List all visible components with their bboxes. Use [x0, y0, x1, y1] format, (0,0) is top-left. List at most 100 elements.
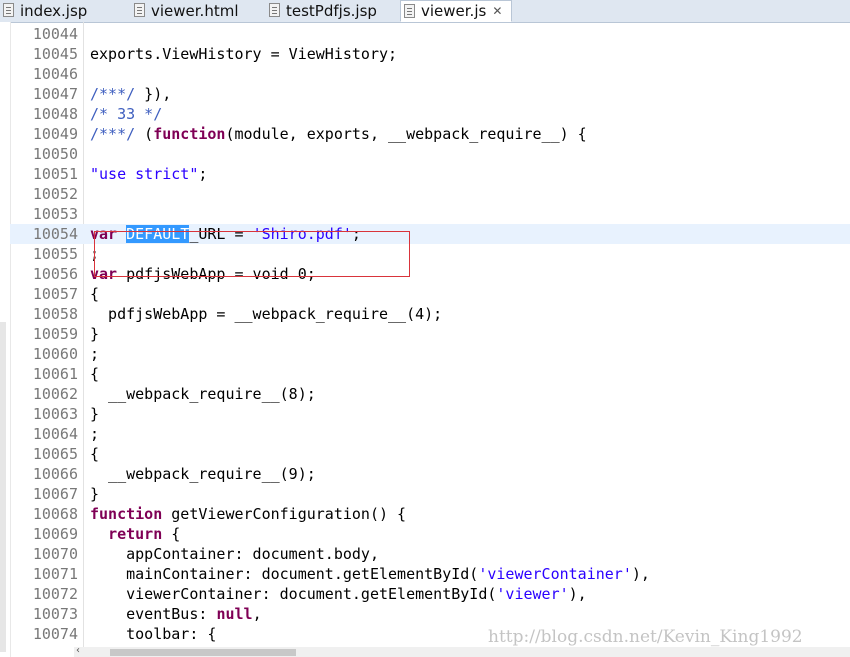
code-line[interactable]: 10053 — [10, 204, 850, 224]
tab-label: viewer.js — [421, 2, 487, 20]
code-line[interactable]: 10048 /* 33 */ — [10, 104, 850, 124]
code-line[interactable]: 10046 — [10, 64, 850, 84]
code-line[interactable]: 10047 /***/ }), — [10, 84, 850, 104]
highlight-box — [94, 231, 410, 277]
code-text: /* 33 */ — [90, 104, 162, 124]
code-token: toolbar: { — [90, 625, 217, 643]
line-number: 10062 — [32, 385, 78, 403]
code-text: return { — [90, 524, 180, 544]
code-token: , — [252, 605, 262, 623]
line-number: 10048 — [32, 105, 78, 123]
code-token: { — [90, 445, 100, 463]
code-line[interactable]: 10059} — [10, 324, 850, 344]
code-line[interactable]: 10052 — [10, 184, 850, 204]
code-token: ), — [631, 565, 650, 583]
code-line[interactable]: 10065 { — [10, 444, 850, 464]
editor-tab-bar: index.jsp viewer.html testPdfjs.jsp view… — [0, 0, 850, 23]
code-text: } — [90, 404, 99, 424]
overview-marker — [0, 322, 6, 652]
code-line[interactable]: 10068 function getViewerConfiguration() { — [10, 504, 850, 524]
line-number: 10060 — [32, 345, 78, 363]
line-number: 10064 — [32, 425, 78, 443]
code-token: { — [162, 525, 181, 543]
code-token: "use strict" — [90, 165, 199, 183]
code-line[interactable]: 10062 __webpack_require__(8); — [10, 384, 850, 404]
line-number: 10073 — [32, 605, 78, 623]
code-line[interactable]: 10058 pdfjsWebApp = __webpack_require__(… — [10, 304, 850, 324]
code-text: } — [90, 484, 99, 504]
code-token: return — [108, 525, 163, 543]
code-token: function — [153, 125, 226, 143]
code-token: /* 33 */ — [90, 105, 163, 123]
code-token: }), — [135, 85, 172, 103]
code-text: exports.ViewHistory = ViewHistory; — [90, 44, 397, 64]
code-token: ( — [135, 125, 154, 143]
code-line[interactable]: 10050 — [10, 144, 850, 164]
code-token: __webpack_require__(9); — [90, 465, 316, 483]
watermark: http://blog.csdn.net/Kevin_King1992 — [488, 627, 803, 647]
code-text: __webpack_require__(8); — [90, 384, 316, 404]
code-text: } — [90, 324, 99, 344]
code-token: } — [90, 325, 100, 343]
chevron-left-icon[interactable]: ‹ — [76, 645, 80, 656]
code-token: __webpack_require__(8); — [90, 385, 316, 403]
line-number: 10053 — [32, 205, 78, 223]
code-text: mainContainer: document.getElementById('… — [90, 564, 650, 584]
code-line[interactable]: 10070 appContainer: document.body, — [10, 544, 850, 564]
line-number: 10051 — [32, 165, 78, 183]
code-line[interactable]: 10045 exports.ViewHistory = ViewHistory; — [10, 44, 850, 64]
code-token: viewerContainer: document.getElementById… — [90, 585, 497, 603]
line-number: 10071 — [32, 565, 78, 583]
code-line[interactable]: 10069 return { — [10, 524, 850, 544]
line-number: 10052 — [32, 185, 78, 203]
line-number: 10061 — [32, 365, 78, 383]
code-line[interactable]: 10072 viewerContainer: document.getEleme… — [10, 584, 850, 604]
code-line[interactable]: 10067} — [10, 484, 850, 504]
code-line[interactable]: 10051 "use strict"; — [10, 164, 850, 184]
code-token: eventBus: — [90, 605, 217, 623]
code-line[interactable]: 10044 — [10, 24, 850, 44]
code-line[interactable]: 10073 eventBus: null, — [10, 604, 850, 624]
line-number: 10070 — [32, 545, 78, 563]
code-text: { — [90, 364, 99, 384]
line-number: 10044 — [32, 25, 78, 43]
code-text: pdfjsWebApp = __webpack_require__(4); — [90, 304, 442, 324]
code-line[interactable]: 10049 /***/ (function(module, exports, __… — [10, 124, 850, 144]
tab-testpdfjs-jsp[interactable]: testPdfjs.jsp — [266, 0, 398, 21]
code-text: { — [90, 444, 99, 464]
tab-viewer-html[interactable]: viewer.html — [131, 0, 251, 21]
line-number: 10047 — [32, 85, 78, 103]
horizontal-scrollbar[interactable]: ‹ — [74, 645, 850, 657]
close-icon[interactable]: ✕ — [492, 4, 502, 18]
tab-viewer-js[interactable]: viewer.js ✕ — [400, 0, 512, 22]
line-number: 10059 — [32, 325, 78, 343]
code-token: null — [216, 605, 253, 623]
code-line[interactable]: 10066 __webpack_require__(9); — [10, 464, 850, 484]
code-editor[interactable]: 10044 10045 exports.ViewHistory = ViewHist… — [10, 22, 850, 647]
code-token: 'viewer' — [496, 585, 569, 603]
code-line[interactable]: 10063} — [10, 404, 850, 424]
code-text: "use strict"; — [90, 164, 207, 184]
code-line[interactable]: 10060; — [10, 344, 850, 364]
code-text: appContainer: document.body, — [90, 544, 379, 564]
code-token: /***/ — [90, 85, 136, 103]
code-text: viewerContainer: document.getElementById… — [90, 584, 587, 604]
code-token: } — [90, 485, 100, 503]
code-text: ; — [90, 344, 99, 364]
line-number: 10066 — [32, 465, 78, 483]
line-number: 10068 — [32, 505, 78, 523]
tab-label: index.jsp — [20, 1, 88, 20]
line-number: 10049 — [32, 125, 78, 143]
code-line[interactable]: 10061 { — [10, 364, 850, 384]
code-line[interactable]: 10057 { — [10, 284, 850, 304]
code-line[interactable]: 10071 mainContainer: document.getElement… — [10, 564, 850, 584]
scrollbar-thumb[interactable] — [110, 649, 296, 656]
code-token: (module, exports, __webpack_require__) { — [225, 125, 587, 143]
file-icon — [3, 3, 14, 17]
line-number: 10069 — [32, 525, 78, 543]
code-text: eventBus: null, — [90, 604, 262, 624]
line-number: 10056 — [32, 265, 78, 283]
tab-index-jsp[interactable]: index.jsp — [0, 0, 130, 21]
code-line[interactable]: 10064; — [10, 424, 850, 444]
